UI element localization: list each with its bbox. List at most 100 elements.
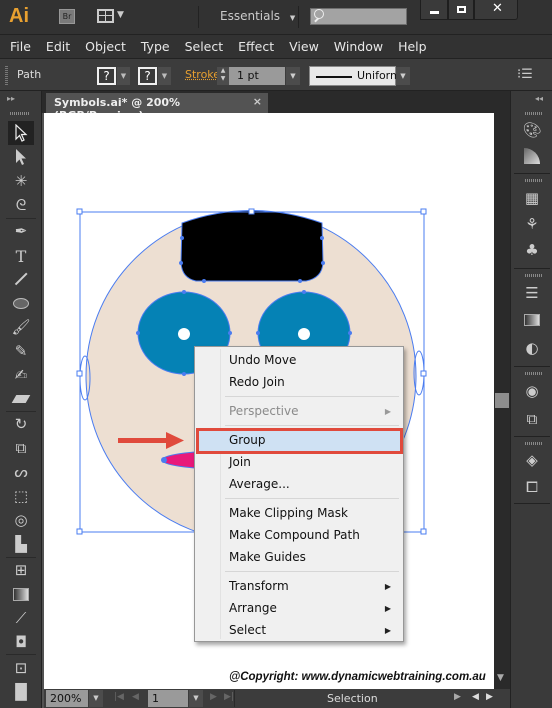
pencil-tool[interactable]: ✎ [10,341,32,361]
stroke-color-dropdown[interactable]: ▼ [158,67,171,85]
perspective-grid-tool[interactable]: ▙ [10,534,32,554]
last-artboard-button[interactable]: ▶| [224,692,234,702]
previous-artboard-button[interactable]: ◀ [132,692,139,702]
menu-view[interactable]: View [289,39,319,54]
menu-type[interactable]: Type [141,39,170,54]
scroll-down-arrow[interactable]: ▼ [497,673,504,683]
current-tool-status[interactable]: Selection [327,692,378,705]
workspace-switcher[interactable]: Essentials ▼ [220,9,295,23]
maximize-button[interactable] [448,0,474,20]
menu-object[interactable]: Object [85,39,126,54]
stroke-color-value: ? [144,69,151,83]
stroke-panel-button[interactable]: ☰ [521,282,543,304]
menu-item-group[interactable]: Group [229,433,266,447]
artboard-number-input[interactable]: 1 [148,690,188,707]
stroke-weight-input[interactable]: 1 pt [229,67,285,85]
menu-edit[interactable]: Edit [46,39,70,54]
direct-selection-tool[interactable] [10,147,32,167]
close-window-button[interactable]: ✕ [474,0,518,20]
paintbrush-tool[interactable]: 🖌︎ [10,317,32,337]
scale-tool[interactable]: ⧉ [10,438,32,458]
zoom-level-input[interactable]: 200% [46,690,88,707]
menu-item-undo-move[interactable]: Undo Move [229,353,296,367]
fill-dropdown[interactable]: ▼ [117,67,130,85]
column-graph-tool[interactable]: ▐▌ [9,682,32,702]
mesh-tool[interactable]: ⊞ [10,560,32,580]
layers-panel-button[interactable]: ◈ [521,449,543,471]
menu-item-average[interactable]: Average... [229,477,290,491]
symbol-sprayer-tool[interactable]: ⊡ [10,658,32,678]
appearance-panel-button[interactable]: ◉ [521,380,543,402]
warp-tool[interactable]: ᔕ [10,462,32,482]
menu-item-transform[interactable]: Transform [229,579,289,593]
stroke-swatch[interactable]: ? [138,67,157,85]
scroll-left-arrow[interactable]: ◀ [472,692,479,702]
gradient-tool[interactable] [10,584,32,604]
menu-item-join[interactable]: Join [229,455,251,469]
stroke-weight-dropdown[interactable]: ▼ [286,67,300,85]
fill-swatch[interactable]: ? [97,67,116,85]
blob-brush-tool[interactable]: ✍ [10,365,32,385]
variable-width-profile[interactable]: Uniform [309,66,401,86]
swatches-panel-button[interactable]: ▦ [521,187,543,209]
artboard-dropdown[interactable]: ▼ [189,690,203,707]
menu-select[interactable]: Select [185,39,224,54]
menu-item-make-guides[interactable]: Make Guides [229,550,306,564]
scroll-thumb[interactable] [495,393,509,408]
maximize-icon [457,6,466,13]
close-tab-icon[interactable]: × [253,95,262,108]
line-segment-tool[interactable] [10,269,32,289]
symbols-panel-button[interactable]: ♣ [521,239,543,261]
panel-menu-icon[interactable]: ⁝☰ [517,67,533,82]
next-artboard-button[interactable]: ▶ [210,692,217,702]
menu-item-make-clipping-mask[interactable]: Make Clipping Mask [229,506,348,520]
free-transform-tool[interactable]: ⬚ [10,486,32,506]
type-tool[interactable]: T [10,246,32,266]
magic-wand-tool[interactable]: ✳ [10,171,32,191]
menu-help[interactable]: Help [398,39,427,54]
vertical-scrollbar[interactable]: ▼ [494,113,510,689]
menu-file[interactable]: File [10,39,31,54]
lasso-tool[interactable]: ᘓ [10,195,32,215]
menu-item-arrange[interactable]: Arrange [229,601,277,615]
color-panel-button[interactable]: 🎨︎ [521,119,543,141]
ellipse-tool[interactable] [10,293,32,313]
transparency-panel-button[interactable]: ◐ [521,337,543,359]
menu-effect[interactable]: Effect [238,39,274,54]
menu-item-redo-join[interactable]: Redo Join [229,375,285,389]
gradient-icon [13,587,29,601]
artboards-panel-button[interactable]: ⧠ [521,476,543,498]
search-input[interactable] [310,8,407,25]
stroke-weight-stepper[interactable]: ▲ ▼ [217,67,229,85]
document-tab[interactable]: Symbols.ai* @ 200% (RGB/Preview) × [46,93,268,122]
status-menu-arrow[interactable]: ▶ [454,692,461,702]
line-icon [14,272,28,286]
graphic-styles-panel-button[interactable]: ⧉ [521,408,543,430]
menu-item-make-compound-path[interactable]: Make Compound Path [229,528,360,542]
selection-tool[interactable] [8,121,34,145]
hair-shape[interactable] [180,210,324,282]
shape-builder-icon: ◎ [14,511,28,529]
menu-window[interactable]: Window [334,39,383,54]
brushes-panel-button[interactable]: ⚘ [521,213,543,235]
blend-tool[interactable]: ◘ [10,632,32,652]
expand-panels-icon[interactable]: ◂◂ [535,94,543,103]
pen-tool[interactable]: ✒ [10,221,32,241]
arrange-documents-button[interactable]: ▼ [97,9,127,24]
menu-item-select[interactable]: Select [229,623,266,637]
collapse-panel-icon[interactable]: ▸▸ [7,94,15,103]
eyedropper-tool[interactable]: ⟋ [10,608,32,628]
menu-item-perspective[interactable]: Perspective [229,404,299,418]
minimize-button[interactable] [420,0,448,20]
gradient-panel-button[interactable] [521,309,543,331]
bridge-button[interactable]: Br [59,9,75,24]
shape-builder-tool[interactable]: ◎ [10,510,32,530]
rotate-tool[interactable]: ↻ [10,414,32,434]
panel-grip[interactable] [5,65,8,85]
scroll-right-arrow[interactable]: ▶ [486,692,493,702]
zoom-dropdown[interactable]: ▼ [89,690,103,707]
color-guide-panel-button[interactable] [521,145,543,167]
profile-dropdown[interactable]: ▼ [396,67,410,85]
eraser-tool[interactable] [10,389,32,409]
first-artboard-button[interactable]: |◀ [114,692,124,702]
